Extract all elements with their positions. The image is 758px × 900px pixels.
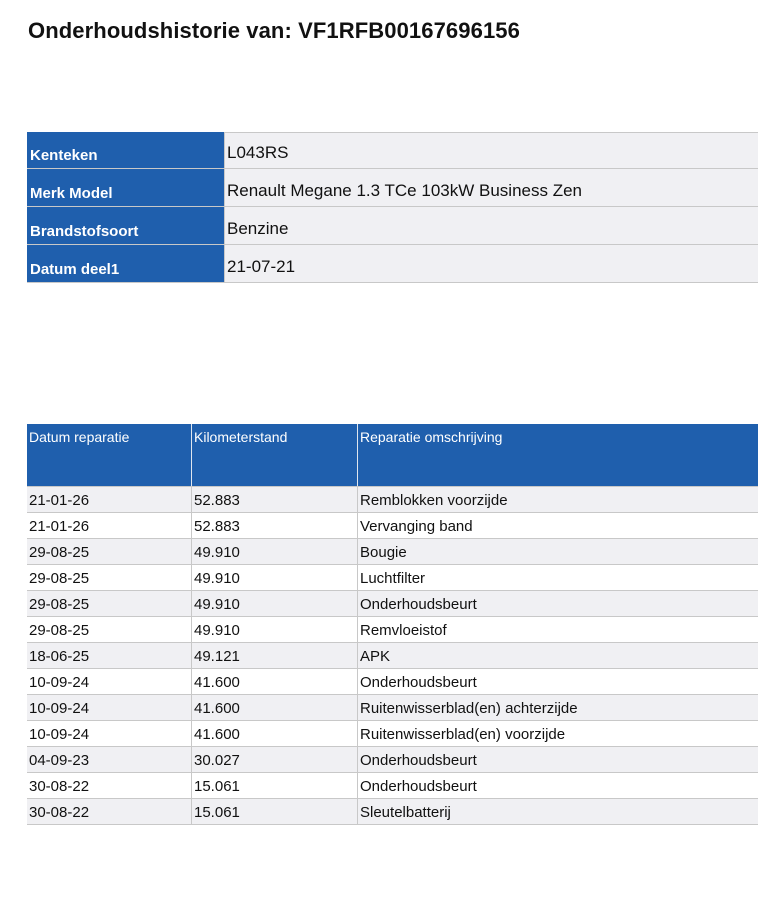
- cell-date: 10-09-24: [27, 695, 192, 720]
- cell-mileage: 30.027: [192, 747, 358, 772]
- cell-mileage: 52.883: [192, 487, 358, 512]
- cell-date: 10-09-24: [27, 721, 192, 746]
- cell-mileage: 41.600: [192, 695, 358, 720]
- cell-mileage: 52.883: [192, 513, 358, 538]
- page-title: Onderhoudshistorie van: VF1RFB0016769615…: [28, 18, 520, 43]
- cell-date: 29-08-25: [27, 591, 192, 616]
- cell-description: Bougie: [360, 544, 407, 561]
- cell-mileage: 15.061: [192, 799, 358, 824]
- cell-description: Luchtfilter: [360, 570, 426, 587]
- vehicle-label: Datum deel1: [27, 245, 225, 282]
- vehicle-value: Renault Megane 1.3 TCe 103kW Business Ze…: [225, 169, 758, 206]
- table-row: 04-09-23 30.027 Onderhoudsbeurt: [27, 747, 758, 773]
- cell-description: Sleutelbatterij: [360, 804, 451, 821]
- cell-date: 30-08-22: [27, 773, 192, 798]
- cell-mileage: 41.600: [192, 721, 358, 746]
- table-row: 21-01-26 52.883 Vervanging band: [27, 513, 758, 539]
- table-row: 30-08-22 15.061 Sleutelbatterij: [27, 799, 758, 825]
- vehicle-row-merk-model: Merk Model Renault Megane 1.3 TCe 103kW …: [27, 169, 758, 207]
- cell-description: Remblokken voorzijde: [360, 492, 508, 509]
- cell-description: Vervanging band: [360, 518, 473, 535]
- table-row: 21-01-26 52.883 Remblokken voorzijde: [27, 487, 758, 513]
- table-row: 29-08-25 49.910 Bougie: [27, 539, 758, 565]
- column-header-omschrijving: Reparatie omschrijving: [360, 429, 503, 445]
- vehicle-info-table: Kenteken L043RS Merk Model Renault Megan…: [27, 132, 758, 283]
- table-row: 18-06-25 49.121 APK: [27, 643, 758, 669]
- vehicle-value: Benzine: [225, 207, 758, 244]
- table-row: 29-08-25 49.910 Remvloeistof: [27, 617, 758, 643]
- column-header-datum: Datum reparatie: [27, 424, 192, 486]
- vehicle-row-kenteken: Kenteken L043RS: [27, 132, 758, 169]
- cell-date: 29-08-25: [27, 565, 192, 590]
- vehicle-value: 21-07-21: [225, 245, 758, 282]
- cell-mileage: 49.910: [192, 539, 358, 564]
- vehicle-row-brandstofsoort: Brandstofsoort Benzine: [27, 207, 758, 245]
- repair-history-table: Datum reparatie Kilometerstand Reparatie…: [27, 424, 758, 825]
- cell-description: Ruitenwisserblad(en) voorzijde: [360, 726, 566, 743]
- cell-mileage: 49.910: [192, 565, 358, 590]
- cell-date: 30-08-22: [27, 799, 192, 824]
- cell-mileage: 49.910: [192, 591, 358, 616]
- table-row: 10-09-24 41.600 Ruitenwisserblad(en) voo…: [27, 721, 758, 747]
- table-row: 29-08-25 49.910 Onderhoudsbeurt: [27, 591, 758, 617]
- cell-description: Onderhoudsbeurt: [360, 674, 477, 691]
- cell-mileage: 15.061: [192, 773, 358, 798]
- cell-description: Onderhoudsbeurt: [360, 752, 477, 769]
- cell-description: APK: [360, 648, 391, 665]
- table-header: Datum reparatie Kilometerstand Reparatie…: [27, 424, 758, 487]
- table-row: 30-08-22 15.061 Onderhoudsbeurt: [27, 773, 758, 799]
- vehicle-row-datum-deel1: Datum deel1 21-07-21: [27, 245, 758, 283]
- cell-description: Onderhoudsbeurt: [360, 778, 477, 795]
- table-row: 10-09-24 41.600 Ruitenwisserblad(en) ach…: [27, 695, 758, 721]
- vehicle-value: L043RS: [225, 132, 758, 168]
- cell-description: Ruitenwisserblad(en) achterzijde: [360, 700, 578, 717]
- cell-date: 10-09-24: [27, 669, 192, 694]
- cell-mileage: 41.600: [192, 669, 358, 694]
- cell-mileage: 49.121: [192, 643, 358, 668]
- vehicle-label: Kenteken: [27, 132, 225, 168]
- vehicle-label: Merk Model: [27, 169, 225, 206]
- cell-date: 29-08-25: [27, 539, 192, 564]
- cell-description: Onderhoudsbeurt: [360, 596, 477, 613]
- table-row: 29-08-25 49.910 Luchtfilter: [27, 565, 758, 591]
- cell-date: 04-09-23: [27, 747, 192, 772]
- column-header-kilometerstand: Kilometerstand: [192, 424, 358, 486]
- cell-date: 29-08-25: [27, 617, 192, 642]
- cell-mileage: 49.910: [192, 617, 358, 642]
- vehicle-label: Brandstofsoort: [27, 207, 225, 244]
- cell-date: 21-01-26: [27, 487, 192, 512]
- cell-description: Remvloeistof: [360, 622, 447, 639]
- cell-date: 21-01-26: [27, 513, 192, 538]
- cell-date: 18-06-25: [27, 643, 192, 668]
- table-row: 10-09-24 41.600 Onderhoudsbeurt: [27, 669, 758, 695]
